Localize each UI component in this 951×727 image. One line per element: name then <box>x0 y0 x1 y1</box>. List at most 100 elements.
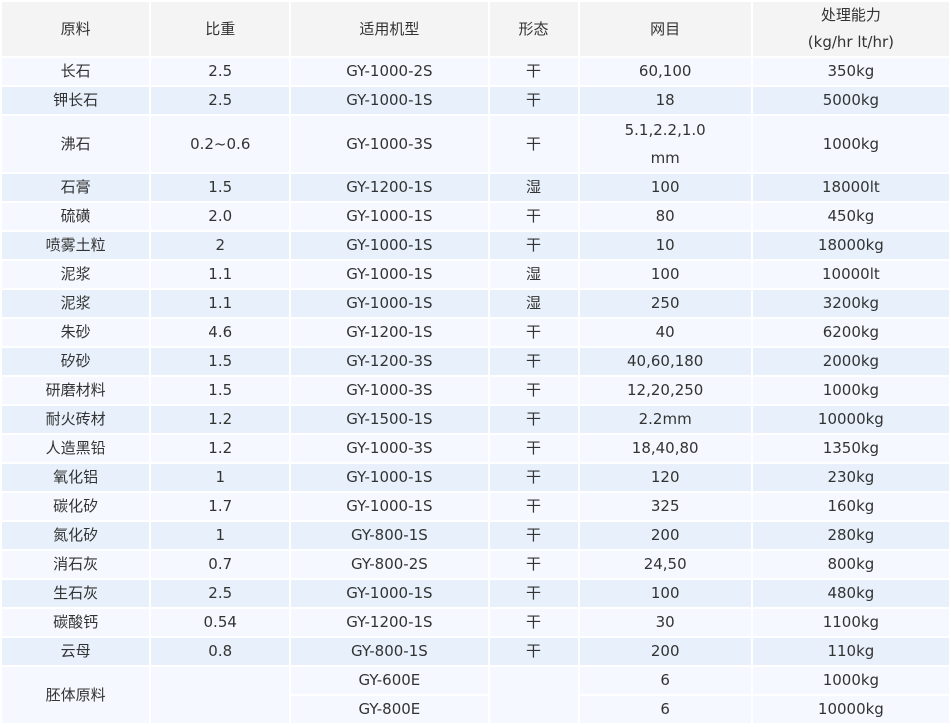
cell-material: 氧化铝 <box>2 464 150 491</box>
cell-mesh: 200 <box>579 522 751 549</box>
cell-material: 沸石 <box>2 116 150 172</box>
cell-mesh: 325 <box>579 493 751 520</box>
table-row: 石膏 1.5 GY-1200-1S 湿 100 18000lt <box>2 174 949 201</box>
table-header-row: 原料 比重 适用机型 形态 网目 处理能力 (kg/hr lt/hr) <box>2 2 949 56</box>
cell-capacity: 18000lt <box>752 174 949 201</box>
cell-form: 湿 <box>489 261 578 288</box>
cell-form: 湿 <box>489 174 578 201</box>
table-row: 氮化矽 1 GY-800-1S 干 200 280kg <box>2 522 949 549</box>
table-row: 碳酸钙 0.54 GY-1200-1S 干 30 1100kg <box>2 609 949 636</box>
cell-model: GY-800E <box>291 696 488 723</box>
cell-model: GY-600E <box>291 667 488 694</box>
cell-material: 钾长石 <box>2 87 150 114</box>
cell-density: 1.5 <box>151 348 290 375</box>
cell-mesh-line2: mm <box>650 149 680 167</box>
cell-capacity: 1000kg <box>752 377 949 404</box>
cell-capacity: 230kg <box>752 464 949 491</box>
cell-capacity: 18000kg <box>752 232 949 259</box>
table-row: 氧化铝 1 GY-1000-1S 干 120 230kg <box>2 464 949 491</box>
cell-material: 氮化矽 <box>2 522 150 549</box>
cell-form: 湿 <box>489 290 578 317</box>
cell-model: GY-1000-1S <box>291 87 488 114</box>
cell-model: GY-1000-1S <box>291 203 488 230</box>
cell-density: 0.8 <box>151 638 290 665</box>
cell-form: 干 <box>489 638 578 665</box>
cell-form: 干 <box>489 580 578 607</box>
cell-capacity: 1000kg <box>752 116 949 172</box>
table-row: 生石灰 2.5 GY-1000-1S 干 100 480kg <box>2 580 949 607</box>
table-row: 人造黑铅 1.2 GY-1000-3S 干 18,40,80 1350kg <box>2 435 949 462</box>
cell-mesh: 100 <box>579 174 751 201</box>
cell-capacity: 10000lt <box>752 261 949 288</box>
cell-material: 消石灰 <box>2 551 150 578</box>
cell-density: 2.0 <box>151 203 290 230</box>
table-row: 耐火砖材 1.2 GY-1500-1S 干 2.2mm 10000kg <box>2 406 949 433</box>
cell-mesh: 6 <box>579 667 751 694</box>
cell-material: 碳化矽 <box>2 493 150 520</box>
cell-mesh: 6 <box>579 696 751 723</box>
cell-form: 干 <box>489 551 578 578</box>
cell-density: 0.7 <box>151 551 290 578</box>
cell-model: GY-1200-1S <box>291 174 488 201</box>
cell-mesh: 40,60,180 <box>579 348 751 375</box>
cell-material-merged: 胚体原料 <box>2 667 150 723</box>
cell-density-empty <box>151 667 290 723</box>
cell-material: 泥浆 <box>2 261 150 288</box>
cell-form: 干 <box>489 377 578 404</box>
cell-material: 研磨材料 <box>2 377 150 404</box>
cell-mesh: 120 <box>579 464 751 491</box>
header-capacity-line2: (kg/hr lt/hr) <box>807 33 894 51</box>
cell-model: GY-1200-3S <box>291 348 488 375</box>
cell-density: 4.6 <box>151 319 290 346</box>
table-row: 朱砂 4.6 GY-1200-1S 干 40 6200kg <box>2 319 949 346</box>
cell-material: 泥浆 <box>2 290 150 317</box>
cell-density: 1 <box>151 464 290 491</box>
header-form: 形态 <box>489 2 578 56</box>
cell-capacity: 10000kg <box>752 696 949 723</box>
cell-mesh: 2.2mm <box>579 406 751 433</box>
cell-density: 2.5 <box>151 580 290 607</box>
table-row: 研磨材料 1.5 GY-1000-3S 干 12,20,250 1000kg <box>2 377 949 404</box>
cell-mesh: 12,20,250 <box>579 377 751 404</box>
cell-capacity: 350kg <box>752 58 949 85</box>
cell-model: GY-1000-3S <box>291 435 488 462</box>
table-row: 沸石 0.2~0.6 GY-1000-3S 干 5.1,2.2,1.0 mm 1… <box>2 116 949 172</box>
cell-capacity: 800kg <box>752 551 949 578</box>
cell-mesh: 60,100 <box>579 58 751 85</box>
table-row: 消石灰 0.7 GY-800-2S 干 24,50 800kg <box>2 551 949 578</box>
cell-density: 1.5 <box>151 174 290 201</box>
cell-mesh: 10 <box>579 232 751 259</box>
cell-form: 干 <box>489 609 578 636</box>
cell-capacity: 1100kg <box>752 609 949 636</box>
cell-capacity: 3200kg <box>752 290 949 317</box>
cell-model: GY-1500-1S <box>291 406 488 433</box>
cell-capacity: 10000kg <box>752 406 949 433</box>
cell-capacity: 450kg <box>752 203 949 230</box>
cell-material: 矽砂 <box>2 348 150 375</box>
table-row: 矽砂 1.5 GY-1200-3S 干 40,60,180 2000kg <box>2 348 949 375</box>
cell-form: 干 <box>489 435 578 462</box>
cell-density: 0.2~0.6 <box>151 116 290 172</box>
cell-form: 干 <box>489 319 578 346</box>
cell-density: 1.5 <box>151 377 290 404</box>
cell-density: 1.2 <box>151 406 290 433</box>
table-row: 云母 0.8 GY-800-1S 干 200 110kg <box>2 638 949 665</box>
cell-model: GY-1000-1S <box>291 290 488 317</box>
cell-mesh: 100 <box>579 261 751 288</box>
screening-spec-table: 原料 比重 适用机型 形态 网目 处理能力 (kg/hr lt/hr) 长石 2… <box>0 0 951 725</box>
header-mesh: 网目 <box>579 2 751 56</box>
header-capacity: 处理能力 (kg/hr lt/hr) <box>752 2 949 56</box>
cell-material: 生石灰 <box>2 580 150 607</box>
cell-density: 1.2 <box>151 435 290 462</box>
cell-capacity: 480kg <box>752 580 949 607</box>
cell-model: GY-1000-3S <box>291 377 488 404</box>
cell-mesh: 100 <box>579 580 751 607</box>
header-capacity-line1: 处理能力 <box>820 6 881 24</box>
header-density: 比重 <box>151 2 290 56</box>
header-model: 适用机型 <box>291 2 488 56</box>
cell-model: GY-1200-1S <box>291 609 488 636</box>
cell-model: GY-1200-1S <box>291 319 488 346</box>
cell-model: GY-1000-1S <box>291 232 488 259</box>
table-row: 泥浆 1.1 GY-1000-1S 湿 100 10000lt <box>2 261 949 288</box>
cell-material: 长石 <box>2 58 150 85</box>
